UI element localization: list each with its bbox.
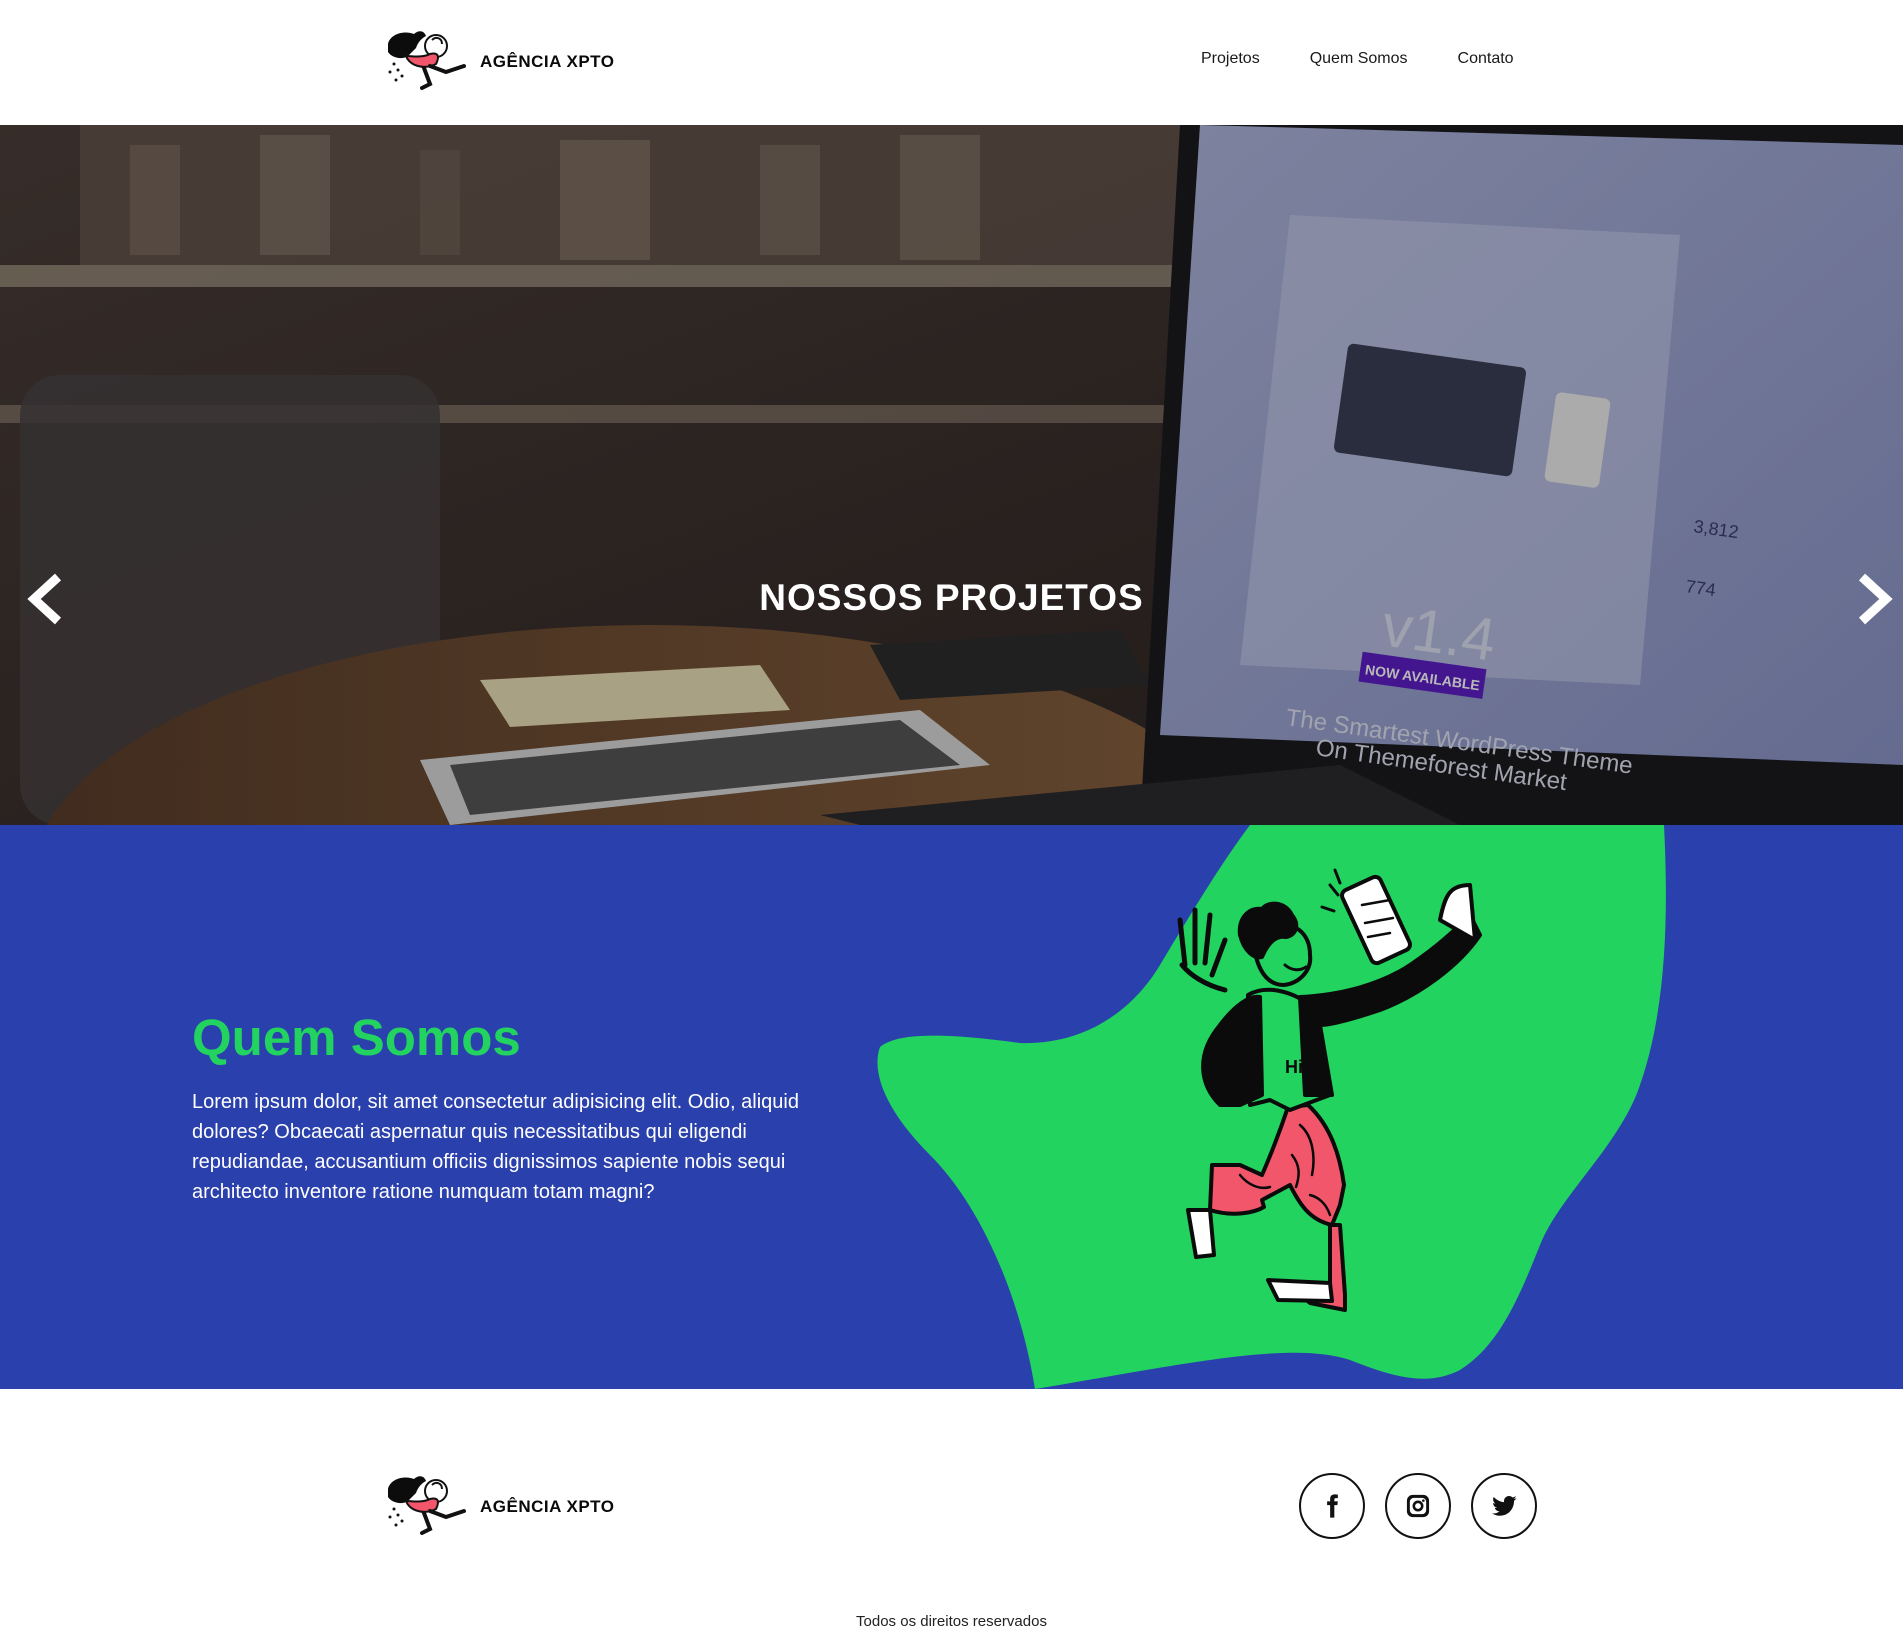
- nav-projetos[interactable]: Projetos: [1201, 50, 1260, 68]
- about-section: Hi Quem Somos Lorem ipsum dolor, sit ame…: [0, 825, 1903, 1389]
- hero-carousel: v1.4 NOW AVAILABLE The Smartest WordPres…: [0, 125, 1903, 825]
- about-text: Lorem ipsum dolor, sit amet consectetur …: [192, 1091, 799, 1203]
- nav-quem-somos[interactable]: Quem Somos: [1310, 50, 1408, 68]
- hero-background-image: v1.4 NOW AVAILABLE The Smartest WordPres…: [0, 125, 1903, 825]
- hero-title: NOSSOS PROJETOS: [759, 577, 1144, 618]
- logo-icon: [388, 31, 466, 90]
- copyright-text: Todos os direitos reservados: [856, 1613, 1047, 1630]
- instagram-icon: [1406, 1494, 1430, 1518]
- brand-name: AGÊNCIA XPTO: [480, 52, 615, 71]
- brand-name: AGÊNCIA XPTO: [480, 1497, 615, 1516]
- instagram-button[interactable]: [1385, 1473, 1451, 1539]
- logo-icon: [388, 1476, 466, 1535]
- site-header: AGÊNCIA XPTO Projetos Quem Somos Contato: [0, 0, 1903, 125]
- header-brand[interactable]: AGÊNCIA XPTO: [380, 26, 614, 98]
- carousel-next-button[interactable]: [1852, 571, 1896, 627]
- chevron-right-icon: [1858, 573, 1893, 625]
- twitter-button[interactable]: [1471, 1473, 1537, 1539]
- social-links: [1299, 1473, 1537, 1539]
- site-footer: AGÊNCIA XPTO Todos os direitos reservado…: [0, 1389, 1903, 1648]
- footer-brand[interactable]: AGÊNCIA XPTO: [380, 1471, 614, 1543]
- main-nav: Projetos Quem Somos Contato: [1201, 50, 1514, 68]
- carousel-prev-button[interactable]: [24, 571, 68, 627]
- about-title: Quem Somos: [192, 1009, 521, 1066]
- chevron-left-icon: [27, 573, 62, 625]
- facebook-button[interactable]: [1299, 1473, 1365, 1539]
- illustration-hi-text: Hi: [1285, 1057, 1303, 1077]
- facebook-icon: [1327, 1494, 1338, 1518]
- twitter-icon: [1492, 1496, 1517, 1516]
- nav-contato[interactable]: Contato: [1458, 50, 1514, 68]
